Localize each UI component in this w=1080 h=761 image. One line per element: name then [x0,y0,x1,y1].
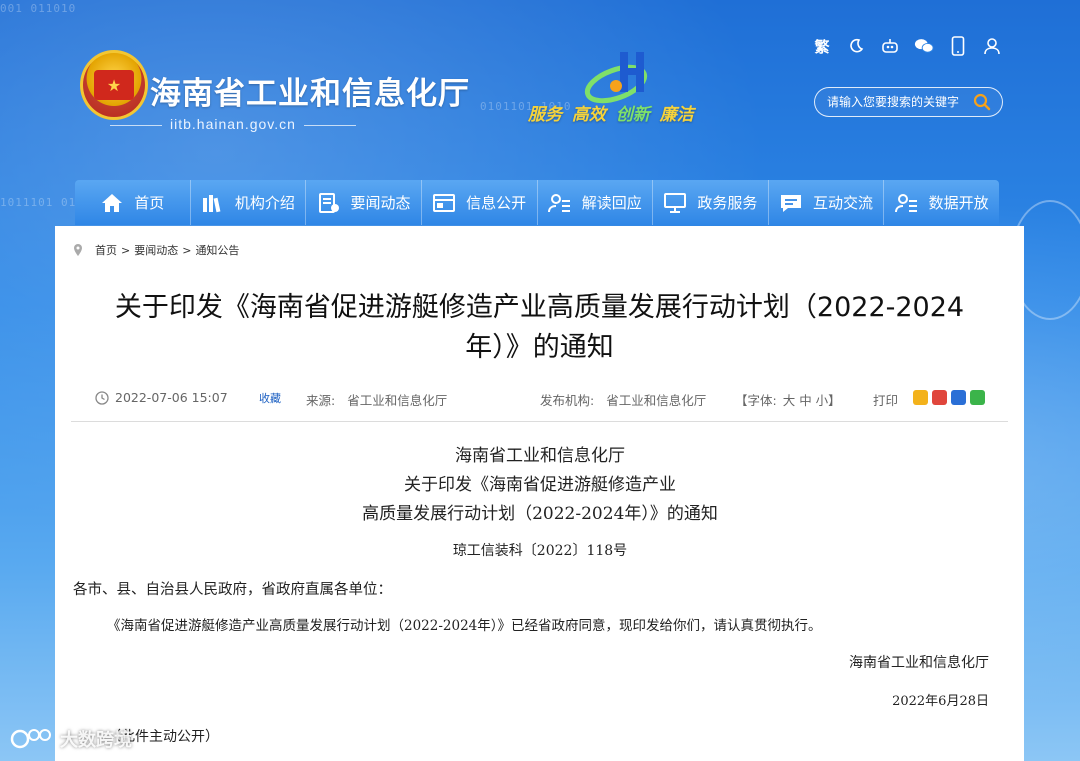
font-size-options[interactable]: 大 中 小】 [783,390,841,409]
main-nav: 首页 机构介绍 要闻动态 信息公开 解读回应 政务服务 互动交流 数据开放 [75,180,999,225]
mobile-icon[interactable] [948,36,968,56]
slogan-word: 创新 [615,105,650,125]
page-title: 关于印发《海南省促进游艇修造产业高质量发展行动计划（2022-2024 年）》的… [95,288,984,368]
nav-label: 要闻动态 [350,194,411,212]
search-box [814,87,1003,117]
breadcrumb-section[interactable]: 要闻动态 [134,242,178,258]
document-recipients: 各市、县、自治县人民政府，省政府直属各单位： [73,582,392,598]
nav-item-interaction[interactable]: 互动交流 [769,180,885,225]
nav-item-home[interactable]: 首页 [75,180,191,225]
department-logo-icon [584,52,648,104]
watermark-text: 大数跨境 [60,730,132,751]
publisher-label: 发布机构: [540,393,595,408]
clock-icon [95,390,109,405]
nav-item-info-disclosure[interactable]: 信息公开 [422,180,538,225]
print-label: 打印 [873,393,899,408]
nav-label: 数据开放 [928,194,989,212]
document-number: 琼工信装科〔2022〕118号 [452,543,628,559]
source-label: 来源: [306,393,336,408]
nav-item-news[interactable]: 要闻动态 [306,180,422,225]
books-icon [201,191,225,215]
content-panel: 首页 > 要闻动态 > 通知公告 关于印发《海南省促进游艇修造产业高质量发展行动… [55,226,1024,761]
title-line: 年）》的通知 [465,332,614,363]
accessibility-icon[interactable] [846,36,866,56]
source-value: 省工业和信息化厅 [347,393,448,408]
slogan-word: 高效 [571,105,606,125]
publisher: 发布机构: 省工业和信息化厅 [540,390,706,409]
font-size-label: 【字体: [735,393,777,408]
breadcrumb-current[interactable]: 通知公告 [195,242,239,258]
slogan-word: 服务 [528,105,562,125]
site-title[interactable]: 海南省工业和信息化厅 [150,68,470,113]
nav-label: 政务服务 [697,194,758,212]
monitor-icon [663,191,687,215]
breadcrumb-separator: > [121,243,131,257]
share-icons [913,390,985,405]
watermark: 大数跨境 [10,726,132,752]
chat-icon [779,191,803,215]
traditional-chinese-toggle[interactable]: 繁 [812,36,832,56]
publish-datetime: 2022-07-06 15:07 [115,390,228,405]
qzone-share-icon[interactable] [913,390,928,405]
national-emblem-logo[interactable]: ★ [80,50,148,120]
site-domain: iitb.hainan.gov.cn [110,116,356,132]
breadcrumb: 首页 > 要闻动态 > 通知公告 [73,242,239,258]
star-icon: ★ [94,70,134,100]
document-heading: 海南省工业和信息化厅 关于印发《海南省促进游艇修造产业 高质量发展行动计划（20… [73,442,1007,529]
font-size-control[interactable]: 【字体: 大 中 小】 [735,390,841,409]
browser-icon [432,191,456,215]
binary-decor: 1011101 010 [0,196,84,209]
search-icon[interactable] [973,93,991,111]
divider [71,421,1008,422]
document-body: 《海南省促进游艇修造产业高质量发展行动计划（2022-2024年）》已经省政府同… [107,618,822,634]
binary-decor: 001 011010 [0,2,77,15]
doc-heading-line: 海南省工业和信息化厅 [455,446,625,466]
source: 来源: 省工业和信息化厅 [306,390,447,409]
document-signature: 海南省工业和信息化厅 [849,655,989,671]
nav-label: 机构介绍 [234,194,295,212]
nav-item-interpretation[interactable]: 解读回应 [538,180,654,225]
nav-item-organization[interactable]: 机构介绍 [191,180,307,225]
watermark-logo-icon [10,729,51,749]
nav-label: 互动交流 [813,194,874,212]
person-list-icon [547,191,572,215]
location-pin-icon [74,244,82,256]
breadcrumb-separator: > [182,243,192,257]
document-note: （此件主动公开） [107,729,219,745]
slogan-word: 廉洁 [659,105,694,125]
slogan: 服务 高效 创新 廉洁 [528,100,698,125]
person-list-icon [894,191,919,215]
renren-share-icon[interactable] [951,390,966,405]
home-icon [100,191,124,215]
publisher-value: 省工业和信息化厅 [606,393,707,408]
robot-icon[interactable] [880,36,900,56]
favorite-label: 收藏 [259,392,281,405]
doc-heading-line: 关于印发《海南省促进游艇修造产业 [404,475,676,495]
nav-item-gov-services[interactable]: 政务服务 [653,180,769,225]
nav-label: 首页 [134,194,165,212]
document-date: 2022年6月28日 [892,694,989,709]
doc-heading-line: 高质量发展行动计划（2022-2024年）》的通知 [362,504,718,524]
nav-item-open-data[interactable]: 数据开放 [884,180,999,225]
publish-time: 2022-07-06 15:07 [95,390,228,405]
favorite-link[interactable]: 收藏 [259,390,281,406]
weibo-share-icon[interactable] [932,390,947,405]
print-link[interactable]: 打印 [873,390,898,409]
nav-label: 信息公开 [466,194,527,212]
article-meta: 2022-07-06 15:07 收藏 来源: 省工业和信息化厅 发布机构: 省… [95,390,1005,410]
title-line: 关于印发《海南省促进游艇修造产业高质量发展行动计划（2022-2024 [114,292,965,323]
wechat-share-icon[interactable] [970,390,985,405]
user-icon[interactable] [982,36,1002,56]
wechat-icon[interactable] [914,36,934,56]
search-input[interactable] [827,95,967,109]
top-toolbar: 繁 [812,36,1002,56]
nav-label: 解读回应 [581,194,642,212]
news-icon [317,191,341,215]
breadcrumb-home[interactable]: 首页 [95,242,117,258]
